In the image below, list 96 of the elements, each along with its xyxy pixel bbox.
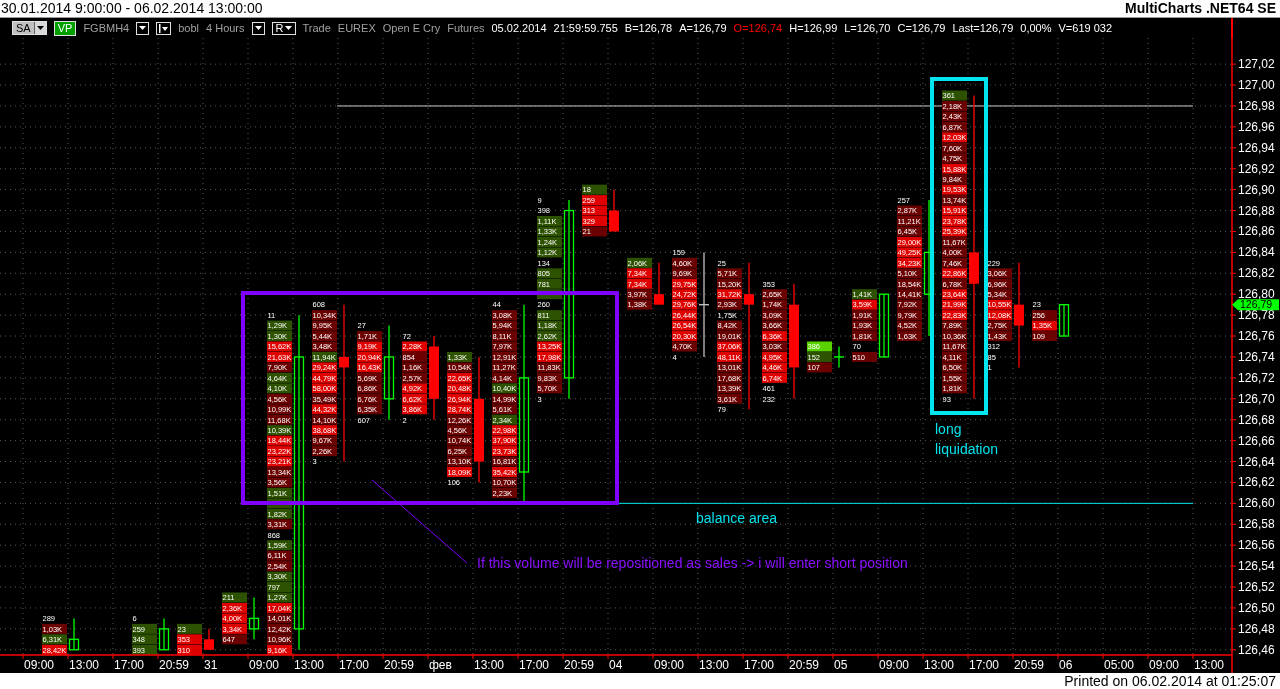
- time-label: фев: [429, 658, 452, 672]
- time-label: 20:59: [1014, 658, 1045, 672]
- time-label: 09:00: [879, 658, 910, 672]
- annotation-text: If this volume will be repositioned as sales -> i will enter short position: [477, 554, 908, 572]
- price-label: 126,64: [1238, 454, 1275, 469]
- annotation-text: long liquidation: [935, 420, 1000, 459]
- price-label: 126,66: [1238, 433, 1275, 448]
- reference-label: balance area: [696, 509, 777, 528]
- price-label: 126,90: [1238, 182, 1275, 197]
- price-label: 126,74: [1238, 349, 1275, 364]
- toolbar-label: O=126,74: [733, 21, 783, 35]
- time-label: 13:00: [294, 658, 325, 672]
- bar-caret-icon: [159, 23, 169, 33]
- toolbar-label: C=126,79: [897, 21, 946, 35]
- time-label: 17:00: [114, 658, 145, 672]
- time-label: 09:00: [1149, 658, 1180, 672]
- time-label: 20:59: [564, 658, 595, 672]
- time-label: 09:00: [654, 658, 685, 672]
- price-label: 126,54: [1238, 559, 1275, 574]
- time-label: 13:00: [69, 658, 100, 672]
- price-label: 127,02: [1238, 57, 1275, 72]
- candle-wick: [163, 617, 165, 651]
- time-label: 20:59: [789, 658, 820, 672]
- toolbar-label: Open E Cry: [382, 21, 441, 35]
- toolbar-label: Last=126,79: [952, 21, 1014, 35]
- toolbar-label: FGBMH4: [83, 21, 130, 35]
- last-price-tag: 126,79: [1232, 298, 1279, 311]
- candle-wick: [1063, 304, 1065, 337]
- toolbar-label: 4 Hours: [206, 21, 245, 35]
- price-label: 126,60: [1238, 496, 1275, 511]
- toolbar-label: bobl: [178, 21, 199, 35]
- toolbar-label: H=126,99: [789, 21, 838, 35]
- price-label: 126,94: [1238, 140, 1275, 155]
- date-range: 30.01.2014 9:00:00 - 06.02.2014 13:00:00: [1, 0, 263, 17]
- time-label: 20:59: [384, 658, 415, 672]
- caret-icon: [254, 26, 262, 30]
- price-label: 126,92: [1238, 161, 1275, 176]
- price-label: 126,46: [1238, 642, 1275, 657]
- caret-icon: [139, 26, 147, 30]
- toolbar-label: Futures: [447, 21, 485, 35]
- time-label: 13:00: [924, 658, 955, 672]
- time-label: 09:00: [249, 658, 280, 672]
- price-label: 126,82: [1238, 266, 1275, 281]
- time-label: 05:00: [1104, 658, 1135, 672]
- time-label: 17:00: [519, 658, 550, 672]
- time-label: 04: [609, 658, 623, 672]
- dropdown-button[interactable]: [251, 21, 265, 35]
- time-label: 13:00: [699, 658, 730, 672]
- candle-wick: [253, 596, 255, 640]
- price-label: 126,78: [1238, 308, 1275, 323]
- toolbar-label: Trade: [302, 21, 331, 35]
- price-label: 126,98: [1238, 98, 1275, 113]
- price-label: 126,76: [1238, 329, 1275, 344]
- price-label: 126,50: [1238, 600, 1275, 615]
- dropdown-button[interactable]: [156, 21, 172, 35]
- price-label: 126,56: [1238, 538, 1275, 553]
- price-label: 126,86: [1238, 224, 1275, 239]
- price-label: 126,70: [1238, 391, 1275, 406]
- candle-wick: [73, 617, 75, 651]
- print-timestamp: Printed on 06.02.2014 at 01:25:07: [1064, 673, 1276, 689]
- price-label: 126,68: [1238, 412, 1275, 427]
- time-label: 05: [834, 658, 848, 672]
- toolbar-label: EUREX: [337, 21, 376, 35]
- toolbar-label: B=126,78: [624, 21, 673, 35]
- toolbar-label: V=619 032: [1058, 21, 1113, 35]
- price-label: 126,88: [1238, 203, 1275, 218]
- dropdown-button[interactable]: [136, 21, 150, 35]
- time-label: 17:00: [744, 658, 775, 672]
- toolbar-label: 05.02.2014: [491, 21, 547, 35]
- caret-icon: [284, 26, 292, 30]
- caret-icon: [36, 26, 44, 30]
- price-label: 126,48: [1238, 621, 1275, 636]
- time-label: 20:59: [159, 658, 190, 672]
- price-label: 126,84: [1238, 245, 1275, 260]
- time-label: 13:00: [474, 658, 505, 672]
- time-label: 09:00: [24, 658, 55, 672]
- price-label: 126,62: [1238, 475, 1275, 490]
- app-title: MultiCharts .NET64 SE: [1125, 0, 1276, 17]
- toolbar-label: 21:59:59.755: [553, 21, 618, 35]
- mode-dropdown[interactable]: SA: [12, 21, 47, 35]
- time-label: 31: [204, 658, 218, 672]
- price-label: 126,52: [1238, 580, 1275, 595]
- toolbar-label: A=126,79: [679, 21, 727, 35]
- price-label: 126,96: [1238, 119, 1275, 134]
- price-label: 126,72: [1238, 370, 1275, 385]
- toolbar-label: L=126,70: [844, 21, 891, 35]
- price-label: 126,58: [1238, 517, 1275, 532]
- time-label: 06: [1059, 658, 1073, 672]
- toolbar-label: 0,00%: [1020, 21, 1052, 35]
- dropdown-button[interactable]: R: [271, 21, 296, 35]
- time-label: 13:00: [1194, 658, 1225, 672]
- time-label: 17:00: [339, 658, 370, 672]
- price-label: 127,00: [1238, 78, 1275, 93]
- candle-wick: [883, 293, 885, 358]
- time-label: 17:00: [969, 658, 1000, 672]
- candle-wick: [838, 345, 840, 369]
